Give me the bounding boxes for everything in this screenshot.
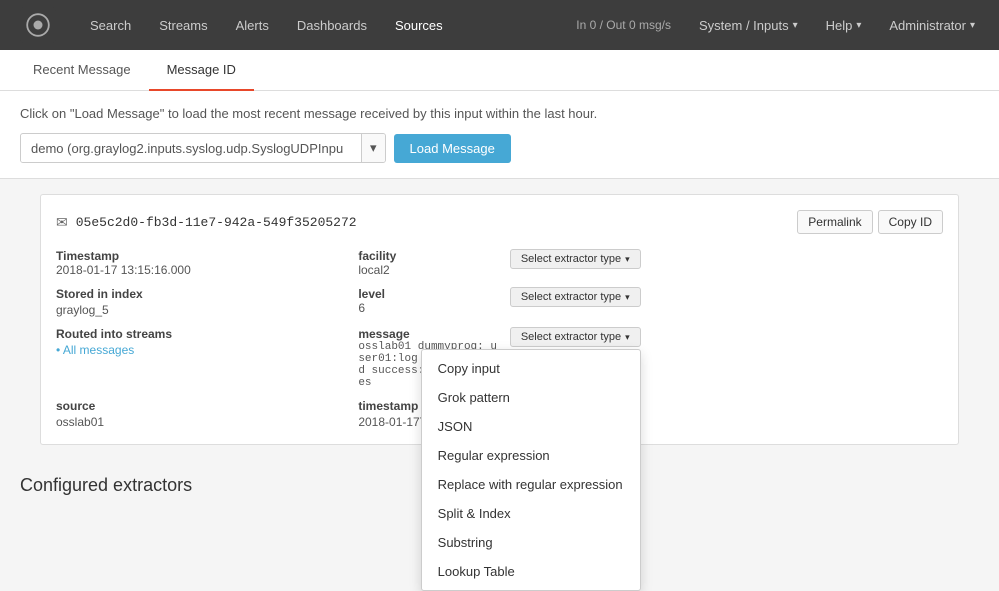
- field-value-source: osslab01: [56, 415, 338, 429]
- click-hint: Click on "Load Message" to load the most…: [20, 106, 979, 121]
- extractor-dropdown-menu: Copy input Grok pattern JSON Regular exp…: [421, 349, 641, 591]
- fields-container: Timestamp 2018-01-17 13:15:16.000 facili…: [56, 249, 943, 429]
- tabs-bar: Recent Message Message ID: [0, 50, 999, 91]
- field-label-message: message: [358, 327, 500, 341]
- extractor-btn-facility[interactable]: Select extractor type ▾: [510, 249, 641, 269]
- nav-dashboards[interactable]: Dashboards: [283, 0, 381, 50]
- extractor-caret-facility: ▾: [625, 254, 630, 265]
- nav-system[interactable]: System / Inputs ▾: [685, 0, 812, 50]
- dropdown-grok-pattern[interactable]: Grok pattern: [422, 383, 640, 412]
- all-messages-link[interactable]: All messages: [63, 343, 134, 357]
- load-row: ▾ Load Message: [20, 133, 979, 163]
- nav-search[interactable]: Search: [76, 0, 145, 50]
- help-caret: ▾: [856, 20, 861, 31]
- field-facility: facility local2 Select extractor type ▾: [358, 249, 640, 277]
- nav-alerts[interactable]: Alerts: [222, 0, 283, 50]
- dropdown-regular-expression[interactable]: Regular expression: [422, 441, 640, 470]
- message-card-wrapper: ✉ 05e5c2d0-fb3d-11e7-942a-549f35205272 P…: [0, 194, 999, 445]
- field-level: level 6 Select extractor type ▾: [358, 287, 640, 317]
- message-id-text: 05e5c2d0-fb3d-11e7-942a-549f35205272: [76, 215, 357, 230]
- dropdown-copy-input[interactable]: Copy input: [422, 354, 640, 383]
- field-label-source: source: [56, 399, 338, 413]
- msg-throughput: In 0 / Out 0 msg/s: [562, 18, 685, 32]
- navbar: Search Streams Alerts Dashboards Sources…: [0, 0, 999, 50]
- permalink-button[interactable]: Permalink: [797, 210, 872, 234]
- message-id-row: ✉ 05e5c2d0-fb3d-11e7-942a-549f35205272: [56, 214, 357, 231]
- copy-id-button[interactable]: Copy ID: [878, 210, 943, 234]
- fields-row-2: Stored in index graylog_5 level 6 Select…: [56, 287, 943, 317]
- header-buttons: Permalink Copy ID: [797, 210, 943, 234]
- nav-help[interactable]: Help ▾: [812, 0, 876, 50]
- dropdown-substring[interactable]: Substring: [422, 528, 640, 557]
- message-header: ✉ 05e5c2d0-fb3d-11e7-942a-549f35205272 P…: [56, 210, 943, 234]
- field-message: message osslab01 dummyprog: user01:log m…: [358, 327, 640, 389]
- load-message-button[interactable]: Load Message: [394, 134, 511, 163]
- nav-sources[interactable]: Sources: [381, 0, 457, 50]
- field-label-routed: Routed into streams: [56, 327, 338, 341]
- extractor-caret-level: ▾: [625, 292, 630, 303]
- field-value-timestamp: 2018-01-17 13:15:16.000: [56, 263, 338, 277]
- field-source: source osslab01: [56, 399, 338, 429]
- field-stored-index: Stored in index graylog_5: [56, 287, 338, 317]
- admin-caret: ▾: [970, 20, 975, 31]
- fields-row-1: Timestamp 2018-01-17 13:15:16.000 facili…: [56, 249, 943, 277]
- field-label-facility: facility: [358, 249, 500, 263]
- input-selector[interactable]: ▾: [20, 133, 386, 163]
- field-value-routed: • All messages: [56, 343, 338, 357]
- extractor-btn-level[interactable]: Select extractor type ▾: [510, 287, 641, 307]
- field-value-level: 6: [358, 301, 500, 315]
- envelope-icon: ✉: [56, 214, 68, 231]
- message-area: Click on "Load Message" to load the most…: [0, 91, 999, 179]
- dropdown-lookup-table[interactable]: Lookup Table: [422, 557, 640, 586]
- input-dropdown-arrow[interactable]: ▾: [361, 134, 385, 162]
- dropdown-split-index[interactable]: Split & Index: [422, 499, 640, 528]
- field-value-stored: graylog_5: [56, 303, 338, 317]
- field-label-stored: Stored in index: [56, 287, 338, 301]
- tab-recent-message[interactable]: Recent Message: [15, 50, 149, 91]
- brand-logo[interactable]: [10, 7, 66, 43]
- fields-row-3: Routed into streams • All messages messa…: [56, 327, 943, 389]
- bullet: •: [56, 343, 63, 357]
- dropdown-json[interactable]: JSON: [422, 412, 640, 441]
- extractor-btn-message[interactable]: Select extractor type ▾: [510, 327, 641, 347]
- nav-admin[interactable]: Administrator ▾: [875, 0, 989, 50]
- dropdown-replace-regex[interactable]: Replace with regular expression: [422, 470, 640, 499]
- system-caret: ▾: [793, 20, 798, 31]
- field-routed-streams: Routed into streams • All messages: [56, 327, 338, 357]
- message-card: ✉ 05e5c2d0-fb3d-11e7-942a-549f35205272 P…: [40, 194, 959, 445]
- input-field[interactable]: [21, 135, 361, 162]
- field-label-timestamp: Timestamp: [56, 249, 338, 263]
- tab-message-id[interactable]: Message ID: [149, 50, 254, 91]
- field-timestamp: Timestamp 2018-01-17 13:15:16.000: [56, 249, 338, 277]
- nav-streams[interactable]: Streams: [145, 0, 221, 50]
- field-label-level: level: [358, 287, 500, 301]
- extractor-caret-message: ▾: [625, 332, 630, 343]
- field-value-facility: local2: [358, 263, 500, 277]
